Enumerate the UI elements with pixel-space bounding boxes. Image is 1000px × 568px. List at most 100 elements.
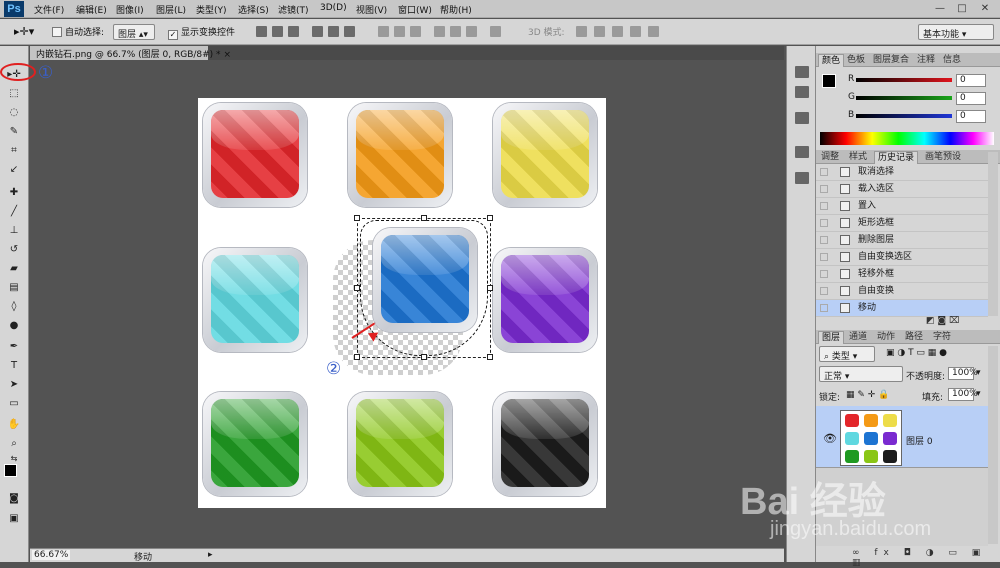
auto-align-icon[interactable] — [490, 26, 501, 37]
minimize-icon[interactable]: — — [930, 2, 950, 16]
marquee-tool-icon[interactable]: ⬚ — [7, 87, 21, 100]
auto-select-checkbox[interactable]: 自动选择: — [52, 25, 104, 38]
type-tool-icon[interactable]: T — [7, 359, 21, 372]
roll-3d-icon[interactable] — [594, 26, 605, 37]
slide-3d-icon[interactable] — [630, 26, 641, 37]
menu-edit[interactable]: 编辑(E) — [76, 3, 107, 16]
lock-icons[interactable]: ▦ ✎ ✛ 🔒 — [846, 390, 889, 400]
layer-name[interactable]: 图层 0 — [906, 434, 933, 447]
fill-value[interactable]: 100% — [948, 388, 978, 401]
tab-history[interactable]: 历史记录 — [874, 151, 919, 164]
color-slider-r[interactable]: R0 — [820, 74, 990, 88]
tab-character[interactable]: 字符 — [930, 331, 954, 344]
history-item[interactable]: 矩形选框 — [816, 215, 988, 232]
layer-thumbnail[interactable] — [840, 410, 902, 466]
tab-swatches[interactable]: 色板 — [844, 54, 868, 67]
transform-handle-b[interactable] — [421, 354, 427, 360]
distribute-right-icon[interactable] — [466, 26, 477, 37]
tab-color[interactable]: 颜色 — [818, 54, 845, 67]
align-right-icon[interactable] — [344, 26, 355, 37]
menu-layer[interactable]: 图层(L) — [156, 3, 186, 16]
clone-source-icon[interactable] — [795, 172, 809, 184]
transform-handle-r[interactable] — [487, 285, 493, 291]
brush-tool-icon[interactable]: ╱ — [7, 205, 21, 218]
path-select-tool-icon[interactable]: ➤ — [7, 378, 21, 391]
transform-handle-tl[interactable] — [354, 215, 360, 221]
menu-window[interactable]: 窗口(W) — [398, 3, 432, 16]
auto-select-target[interactable]: 图层 ▴▾ — [113, 24, 155, 40]
tab-paths[interactable]: 路径 — [902, 331, 926, 344]
history-item[interactable]: 载入选区 — [816, 181, 988, 198]
distribute-bottom-icon[interactable] — [410, 26, 421, 37]
maximize-icon[interactable]: □ — [952, 2, 972, 16]
status-arrow-icon[interactable]: ▸ — [208, 550, 213, 560]
color-slider-b[interactable]: B0 — [820, 110, 990, 124]
history-checkbox[interactable] — [820, 304, 828, 312]
history-item[interactable]: 自由变换 — [816, 283, 988, 300]
history-actions-icon[interactable]: ◩ ◙ ⌧ — [926, 316, 959, 326]
history-checkbox[interactable] — [820, 253, 828, 261]
healing-brush-tool-icon[interactable]: ✚ — [7, 186, 21, 199]
tool-presets-icon[interactable] — [795, 112, 809, 124]
history-item[interactable]: 轻移外框 — [816, 266, 988, 283]
transform-handle-t[interactable] — [421, 215, 427, 221]
transform-handle-bl[interactable] — [354, 354, 360, 360]
history-brush-tool-icon[interactable]: ↺ — [7, 243, 21, 256]
eraser-tool-icon[interactable]: ▰ — [7, 262, 21, 275]
history-item[interactable]: 取消选择 — [816, 164, 988, 181]
layer-filter-select[interactable]: ⌕ 类型 ▾ — [819, 346, 875, 362]
transform-handle-tr[interactable] — [487, 215, 493, 221]
align-left-icon[interactable] — [312, 26, 323, 37]
tab-notes[interactable]: 注释 — [914, 54, 938, 67]
channel-value[interactable]: 0 — [956, 110, 986, 123]
tab-actions[interactable]: 动作 — [874, 331, 898, 344]
align-hcenter-icon[interactable] — [328, 26, 339, 37]
transform-handle-br[interactable] — [487, 354, 493, 360]
blur-tool-icon[interactable]: ◊ — [7, 300, 21, 313]
history-checkbox[interactable] — [820, 270, 828, 278]
hand-tool-icon[interactable]: ✋ — [7, 418, 21, 431]
rotate-3d-icon[interactable] — [576, 26, 587, 37]
lasso-tool-icon[interactable]: ◌ — [7, 106, 21, 119]
opacity-value[interactable]: 100% — [948, 367, 978, 380]
tab-adjustments[interactable]: 调整 — [818, 151, 842, 164]
menu-type[interactable]: 类型(Y) — [196, 3, 227, 16]
blend-mode-select[interactable]: 正常 ▾ — [819, 366, 903, 382]
distribute-vcenter-icon[interactable] — [394, 26, 405, 37]
layer-actions-icon[interactable]: ∞ fx ◘ ◑ ▭ ▣ ▥ — [852, 548, 1000, 568]
navigator-icon[interactable] — [795, 66, 809, 78]
menu-3d[interactable]: 3D(D) — [320, 3, 347, 13]
tab-info[interactable]: 信息 — [940, 54, 964, 67]
menu-file[interactable]: 文件(F) — [34, 3, 64, 16]
menu-view[interactable]: 视图(V) — [356, 3, 387, 16]
clone-stamp-tool-icon[interactable]: ⊥ — [7, 224, 21, 237]
channel-value[interactable]: 0 — [956, 74, 986, 87]
history-item[interactable]: 置入 — [816, 198, 988, 215]
screen-mode-icon[interactable]: ▣ — [7, 512, 21, 525]
tab-layer-comps[interactable]: 图层复合 — [870, 54, 912, 67]
history-item[interactable]: 移动 — [816, 300, 988, 317]
slider-track[interactable] — [856, 96, 952, 100]
close-window-icon[interactable]: ✕ — [975, 2, 995, 16]
fill-dropdown-icon[interactable]: ▾ — [976, 389, 981, 399]
color-slider-g[interactable]: G0 — [820, 92, 990, 106]
color-spectrum[interactable] — [820, 132, 994, 145]
quick-mask-icon[interactable]: ◙ — [7, 492, 21, 505]
scale-3d-icon[interactable] — [648, 26, 659, 37]
menu-filter[interactable]: 滤镜(T) — [278, 3, 309, 16]
slider-track[interactable] — [856, 114, 952, 118]
menu-help[interactable]: 帮助(H) — [440, 3, 472, 16]
history-checkbox[interactable] — [820, 219, 828, 227]
pen-tool-icon[interactable]: ✒ — [7, 340, 21, 353]
dodge-tool-icon[interactable]: ● — [7, 319, 21, 332]
brush-icon[interactable] — [795, 146, 809, 158]
history-scrollbar[interactable] — [988, 152, 998, 316]
distribute-hcenter-icon[interactable] — [450, 26, 461, 37]
channel-value[interactable]: 0 — [956, 92, 986, 105]
tab-channels[interactable]: 通道 — [846, 331, 870, 344]
history-checkbox[interactable] — [820, 236, 828, 244]
move-tool-preset-icon[interactable]: ▸✛▾ — [14, 25, 34, 38]
zoom-tool-icon[interactable]: ⌕ — [7, 437, 21, 450]
history-item[interactable]: 自由变换选区 — [816, 249, 988, 266]
tab-layers[interactable]: 图层 — [818, 331, 845, 344]
